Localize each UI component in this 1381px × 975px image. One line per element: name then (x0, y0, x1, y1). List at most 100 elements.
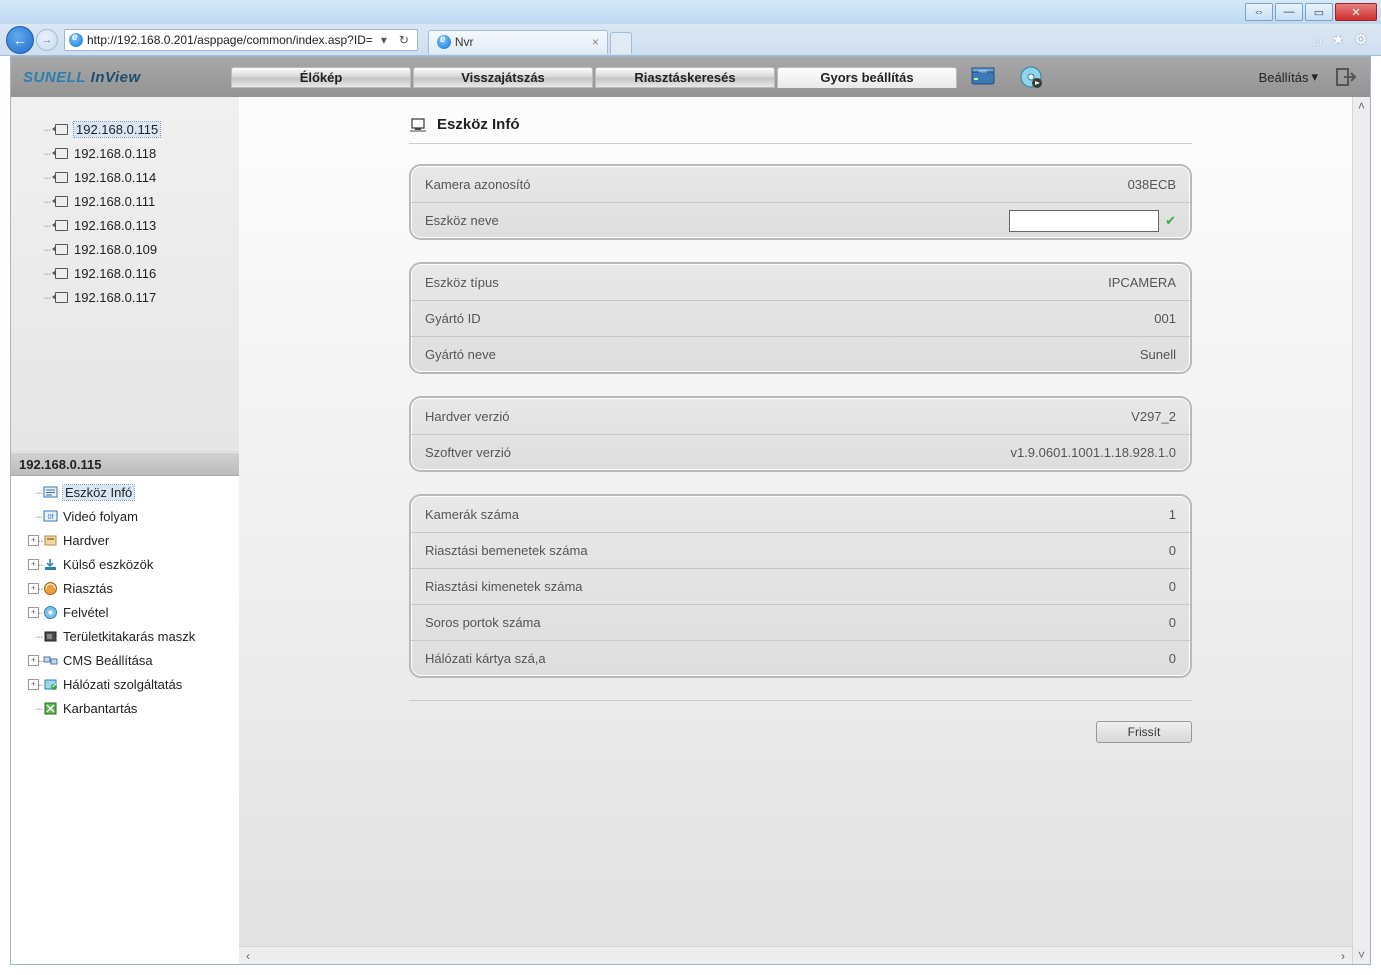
tab-quick-setup[interactable]: Gyors beállítás (777, 67, 957, 88)
scroll-left-icon[interactable]: ‹ (239, 948, 257, 964)
device-tree: ···192.168.0.115···192.168.0.118···192.1… (11, 97, 239, 452)
device-info-icon (409, 115, 427, 133)
device-tree-item[interactable]: ···192.168.0.113 (11, 213, 239, 237)
tree-item-icon (43, 701, 58, 716)
scroll-right-icon[interactable]: › (1334, 948, 1352, 964)
device-tree-item[interactable]: ···192.168.0.116 (11, 261, 239, 285)
expand-icon[interactable]: + (28, 583, 39, 594)
value-nic: 0 (1169, 651, 1176, 666)
window-compat-button[interactable]: ⇔ (1245, 3, 1273, 21)
label-device-type: Eszköz típus (425, 275, 1108, 290)
config-tree-item[interactable]: ···+CMS Beállítása (11, 648, 239, 672)
label-camera-id: Kamera azonosító (425, 177, 1128, 192)
favorites-icon[interactable]: ★ (1332, 31, 1345, 48)
panel-version: Hardver verzió V297_2 Szoftver verzió v1… (409, 396, 1192, 472)
logout-icon[interactable] (1334, 67, 1360, 87)
gear-icon[interactable]: ⚙ (1354, 31, 1367, 48)
scroll-down-icon[interactable]: ˅ (1353, 946, 1370, 964)
check-icon: ✔ (1165, 213, 1176, 229)
panel-counts: Kamerák száma 1 Riasztási bemenetek szám… (409, 494, 1192, 678)
tab-live[interactable]: Élőkép (231, 67, 411, 88)
svg-text:HDD: HDD (979, 69, 988, 74)
hdd-icon[interactable]: HDD (969, 63, 997, 91)
camera-icon (52, 291, 68, 303)
config-tree-item[interactable]: ···Eszköz Infó (11, 480, 239, 504)
tree-item-icon (43, 485, 58, 500)
value-hw-ver: V297_2 (1131, 409, 1176, 424)
label-sw-ver: Szoftver verzió (425, 445, 1010, 460)
nav-back-button[interactable]: ← (6, 26, 34, 54)
expand-icon[interactable]: + (28, 679, 39, 690)
refresh-button[interactable]: Frissít (1096, 721, 1192, 743)
label-alarm-in: Riasztási bemenetek száma (425, 543, 1169, 558)
device-name-input[interactable] (1009, 210, 1159, 232)
device-tree-item[interactable]: ···192.168.0.117 (11, 285, 239, 309)
camera-icon (52, 243, 68, 255)
expand-icon[interactable]: + (28, 607, 39, 618)
device-tree-item[interactable]: ···192.168.0.111 (11, 189, 239, 213)
device-tree-item[interactable]: ···192.168.0.114 (11, 165, 239, 189)
device-tree-item[interactable]: ···192.168.0.118 (11, 141, 239, 165)
panel-vendor: Eszköz típus IPCAMERA Gyártó ID 001 Gyár… (409, 262, 1192, 374)
value-sw-ver: v1.9.0601.1001.1.18.928.1.0 (1010, 445, 1176, 460)
scroll-up-icon[interactable]: ˄ (1353, 97, 1370, 115)
config-tree-item[interactable]: ···+Külső eszközök (11, 552, 239, 576)
page-title: Eszköz Infó (409, 109, 1192, 144)
expand-icon[interactable]: + (28, 655, 39, 666)
expand-icon[interactable]: + (28, 535, 39, 546)
config-tree-item[interactable]: ···Karbantartás (11, 696, 239, 720)
tree-item-icon (43, 605, 58, 620)
divider (409, 700, 1192, 701)
camera-icon (52, 147, 68, 159)
window-close-button[interactable]: ✕ (1335, 3, 1377, 21)
config-tree-item[interactable]: ···0fVideó folyam (11, 504, 239, 528)
config-tree-item[interactable]: ···+Hardver (11, 528, 239, 552)
app-header: SUNELL InView Élőkép Visszajátszás Riasz… (11, 57, 1370, 97)
tab-playback[interactable]: Visszajátszás (413, 67, 593, 88)
value-cam-count: 1 (1169, 507, 1176, 522)
config-tree-item[interactable]: ···+Riasztás (11, 576, 239, 600)
device-tree-item[interactable]: ···192.168.0.115 (11, 117, 239, 141)
config-tree-item[interactable]: ···+Hálózati szolgáltatás (11, 672, 239, 696)
section-header: 192.168.0.115 (11, 452, 239, 476)
camera-icon (52, 267, 68, 279)
label-device-name: Eszköz neve (425, 213, 1009, 228)
config-tree: ···Eszköz Infó···0fVideó folyam···+Hardv… (11, 476, 239, 964)
new-tab-button[interactable] (610, 32, 632, 54)
address-bar[interactable]: http://192.168.0.201/asppage/common/inde… (64, 29, 418, 51)
value-serial: 0 (1169, 615, 1176, 630)
expand-icon[interactable]: + (28, 559, 39, 570)
label-nic: Hálózati kártya szá,a (425, 651, 1169, 666)
camera-icon (52, 123, 68, 135)
vertical-scrollbar[interactable]: ˄ ˅ (1352, 97, 1370, 964)
label-vendor-id: Gyártó ID (425, 311, 1154, 326)
home-icon[interactable]: ⌂ (1313, 32, 1321, 48)
value-vendor-id: 001 (1154, 311, 1176, 326)
brand-logo: SUNELL InView (11, 69, 231, 86)
horizontal-scrollbar[interactable]: ‹ › (239, 946, 1352, 964)
tree-item-icon (43, 533, 58, 548)
address-url: http://192.168.0.201/asppage/common/inde… (87, 33, 373, 47)
device-tree-item[interactable]: ···192.168.0.109 (11, 237, 239, 261)
window-titlebar: ⇔ — ▭ ✕ (0, 0, 1381, 24)
window-maximize-button[interactable]: ▭ (1305, 3, 1333, 21)
config-tree-item[interactable]: ···+Felvétel (11, 600, 239, 624)
disc-icon[interactable] (1017, 63, 1045, 91)
tab-alarm-search[interactable]: Riasztáskeresés (595, 67, 775, 88)
refresh-icon[interactable]: ↻ (395, 30, 413, 50)
value-vendor-name: Sunell (1140, 347, 1176, 362)
addr-dropdown-icon[interactable]: ▾ (375, 30, 393, 50)
window-minimize-button[interactable]: — (1275, 3, 1303, 21)
settings-dropdown[interactable]: Beállítás ▾ (1259, 69, 1318, 85)
svg-text:0f: 0f (48, 514, 54, 521)
value-camera-id: 038ECB (1128, 177, 1176, 192)
browser-tab[interactable]: Nvr × (428, 30, 608, 54)
value-alarm-in: 0 (1169, 543, 1176, 558)
tree-item-icon (43, 629, 58, 644)
ie-icon (437, 35, 451, 49)
nav-forward-button[interactable]: → (36, 29, 58, 51)
config-tree-item[interactable]: ···Területkitakarás maszk (11, 624, 239, 648)
label-serial: Soros portok száma (425, 615, 1169, 630)
tab-title: Nvr (455, 35, 474, 49)
tab-close-icon[interactable]: × (592, 35, 599, 49)
